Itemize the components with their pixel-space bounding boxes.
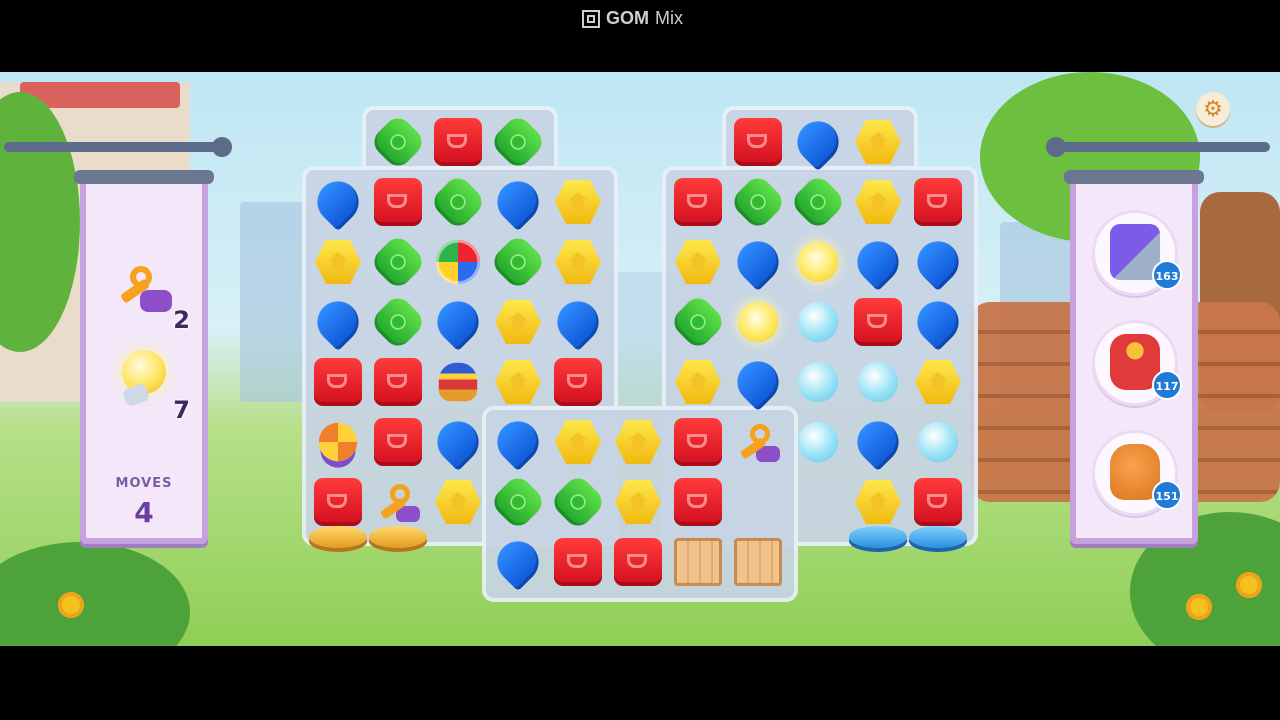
green-apple-tile[interactable] bbox=[368, 232, 428, 292]
video-bottom-bar bbox=[0, 646, 1280, 720]
key-tile[interactable] bbox=[374, 478, 422, 526]
green-apple-tile[interactable] bbox=[488, 472, 548, 532]
red-cup-tile[interactable] bbox=[914, 478, 962, 526]
blue-drop-tile[interactable] bbox=[848, 412, 908, 472]
yellow-house-tile[interactable] bbox=[494, 359, 542, 405]
blue-drop-tile[interactable] bbox=[728, 232, 788, 292]
blue-drop-tile[interactable] bbox=[308, 292, 368, 352]
green-apple-tile[interactable] bbox=[668, 292, 728, 352]
yellow-house-tile[interactable] bbox=[854, 479, 902, 525]
red-cup-tile[interactable] bbox=[674, 178, 722, 226]
blue-drop-tile[interactable] bbox=[488, 412, 548, 472]
blue-drop-tile[interactable] bbox=[788, 112, 848, 172]
yellow-house-tile[interactable] bbox=[854, 119, 902, 165]
watermark: GOM Mix bbox=[582, 8, 683, 29]
game-board[interactable] bbox=[0, 72, 1280, 646]
red-cup-tile[interactable] bbox=[374, 178, 422, 226]
red-cup-tile[interactable] bbox=[674, 418, 722, 466]
crop-icon bbox=[582, 9, 600, 28]
red-cup-tile[interactable] bbox=[374, 418, 422, 466]
red-cup-tile[interactable] bbox=[614, 538, 662, 586]
yellow-house-tile[interactable] bbox=[614, 479, 662, 525]
rainbow-ball-tile[interactable] bbox=[435, 239, 481, 285]
watermark-product: Mix bbox=[655, 8, 683, 28]
red-cup-tile[interactable] bbox=[314, 358, 362, 406]
empty-cell bbox=[794, 478, 842, 526]
blue-drop-tile[interactable] bbox=[848, 232, 908, 292]
blue-drop-tile[interactable] bbox=[908, 232, 968, 292]
yellow-house-tile[interactable] bbox=[674, 239, 722, 285]
yellow-house-tile[interactable] bbox=[434, 479, 482, 525]
yellow-house-tile[interactable] bbox=[674, 359, 722, 405]
water-lamp-tile[interactable] bbox=[797, 301, 839, 343]
pinwheel-tile[interactable] bbox=[318, 422, 358, 462]
red-cup-tile[interactable] bbox=[434, 118, 482, 166]
yellow-house-tile[interactable] bbox=[614, 419, 662, 465]
blue-drop-tile[interactable] bbox=[488, 172, 548, 232]
water-lamp-tile[interactable] bbox=[797, 361, 839, 403]
blue-drop-tile[interactable] bbox=[308, 172, 368, 232]
video-top-bar: GOM Mix bbox=[0, 0, 1280, 72]
red-cup-tile[interactable] bbox=[554, 358, 602, 406]
green-apple-tile[interactable] bbox=[368, 112, 428, 172]
yellow-house-tile[interactable] bbox=[914, 359, 962, 405]
green-apple-tile[interactable] bbox=[488, 232, 548, 292]
red-cup-tile[interactable] bbox=[854, 298, 902, 346]
green-apple-tile[interactable] bbox=[428, 172, 488, 232]
lightbulb-tile[interactable] bbox=[797, 241, 839, 283]
blue-drop-tile[interactable] bbox=[728, 352, 788, 412]
spinning-top-tile[interactable] bbox=[438, 362, 478, 402]
blue-drop-tile[interactable] bbox=[488, 532, 548, 592]
yellow-house-tile[interactable] bbox=[314, 239, 362, 285]
green-apple-tile[interactable] bbox=[788, 172, 848, 232]
game-scene: 2 7 Moves 4 163 117 151 ⚙ bbox=[0, 72, 1280, 646]
green-apple-tile[interactable] bbox=[548, 472, 608, 532]
yellow-house-tile[interactable] bbox=[854, 179, 902, 225]
empty-cell bbox=[734, 478, 782, 526]
crate-tile[interactable] bbox=[674, 538, 722, 586]
red-cup-tile[interactable] bbox=[374, 358, 422, 406]
yellow-house-tile[interactable] bbox=[554, 179, 602, 225]
red-cup-tile[interactable] bbox=[914, 178, 962, 226]
green-apple-tile[interactable] bbox=[728, 172, 788, 232]
red-cup-tile[interactable] bbox=[674, 478, 722, 526]
yellow-house-tile[interactable] bbox=[554, 419, 602, 465]
watermark-brand: GOM bbox=[606, 8, 649, 28]
lightbulb-tile[interactable] bbox=[737, 301, 779, 343]
water-lamp-tile[interactable] bbox=[857, 361, 899, 403]
red-cup-tile[interactable] bbox=[314, 478, 362, 526]
green-apple-tile[interactable] bbox=[368, 292, 428, 352]
blue-drop-tile[interactable] bbox=[428, 292, 488, 352]
key-tile[interactable] bbox=[734, 418, 782, 466]
blue-drop-tile[interactable] bbox=[548, 292, 608, 352]
water-lamp-tile[interactable] bbox=[917, 421, 959, 463]
red-cup-tile[interactable] bbox=[554, 538, 602, 586]
blue-drop-tile[interactable] bbox=[428, 412, 488, 472]
blue-drop-tile[interactable] bbox=[908, 292, 968, 352]
yellow-house-tile[interactable] bbox=[494, 299, 542, 345]
crate-tile[interactable] bbox=[734, 538, 782, 586]
water-lamp-tile[interactable] bbox=[797, 421, 839, 463]
red-cup-tile[interactable] bbox=[734, 118, 782, 166]
yellow-house-tile[interactable] bbox=[554, 239, 602, 285]
green-apple-tile[interactable] bbox=[488, 112, 548, 172]
